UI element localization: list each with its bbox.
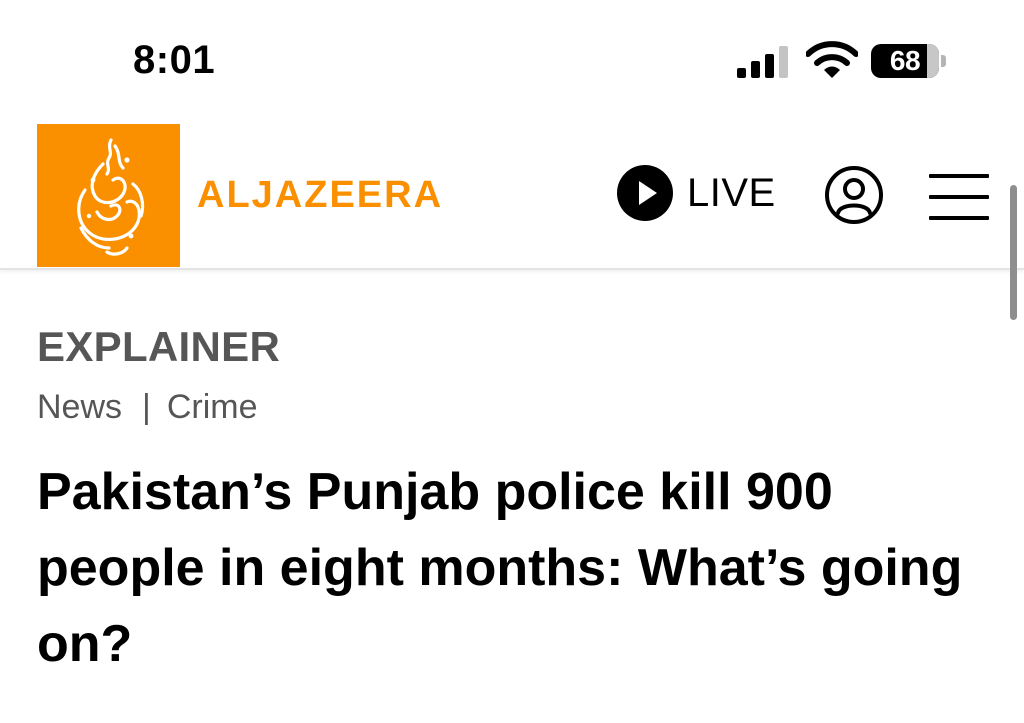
cellular-signal-icon <box>737 46 791 78</box>
article-headline: Pakistan’s Punjab police kill 900 people… <box>37 463 963 673</box>
breadcrumb-crime[interactable]: Crime <box>167 388 258 427</box>
battery-nub <box>941 55 946 67</box>
screen: 8:01 68 ALJAZEERA LIVE EXPLAINER News | … <box>0 0 1024 723</box>
live-button[interactable]: LIVE <box>617 165 776 221</box>
scrollbar[interactable] <box>1010 185 1017 320</box>
wifi-icon <box>806 41 858 78</box>
logo-wordmark[interactable]: ALJAZEERA <box>197 174 443 217</box>
live-label: LIVE <box>687 170 776 215</box>
breadcrumb: News | Crime <box>37 388 258 427</box>
signal-bar <box>751 61 760 78</box>
signal-bar <box>765 54 774 78</box>
site-header: ALJAZEERA LIVE <box>0 110 1024 270</box>
battery-empty-portion <box>927 44 939 78</box>
breadcrumb-separator: | <box>142 388 151 426</box>
breadcrumb-news[interactable]: News <box>37 388 122 427</box>
hamburger-menu-icon[interactable] <box>929 174 989 220</box>
menu-line <box>929 174 989 178</box>
menu-line <box>929 216 989 220</box>
article-type-label: EXPLAINER <box>37 323 281 370</box>
status-time: 8:01 <box>133 38 216 82</box>
play-icon <box>617 165 673 221</box>
signal-bar <box>737 68 746 78</box>
al-jazeera-logo[interactable] <box>37 124 180 267</box>
status-bar: 8:01 68 <box>0 0 1024 110</box>
account-icon[interactable] <box>824 165 884 225</box>
signal-bar <box>779 46 788 78</box>
battery-level: 68 <box>889 45 921 76</box>
menu-line <box>929 195 989 199</box>
calligraphy-logo-icon <box>77 138 145 256</box>
battery-icon: 68 <box>871 44 939 78</box>
